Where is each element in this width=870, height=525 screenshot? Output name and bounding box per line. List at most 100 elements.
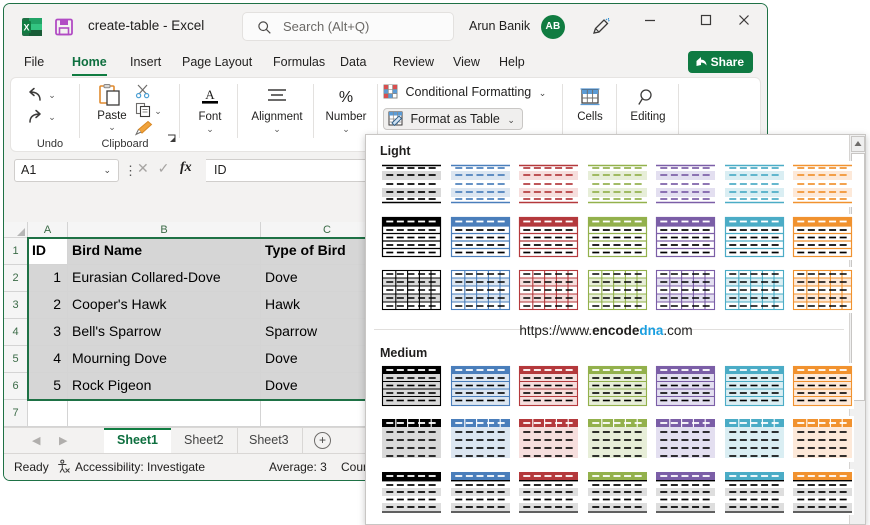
undo-chevron-icon[interactable]: ⌄ — [45, 90, 59, 101]
chevron-down-icon[interactable]: ⌄ — [103, 165, 111, 176]
enter-check-icon[interactable]: ✓ — [158, 160, 170, 176]
cell-A2[interactable]: 1 — [28, 265, 68, 292]
scroll-up-arrow-icon[interactable] — [851, 136, 865, 152]
table-style-light-2-3[interactable] — [517, 214, 580, 260]
sheet-tab-sheet1[interactable]: Sheet1 — [104, 428, 171, 454]
table-style-light-2-5[interactable] — [654, 214, 717, 260]
table-style-light-3-7[interactable] — [791, 267, 854, 313]
table-style-light-3-6[interactable] — [722, 267, 786, 313]
column-header-A[interactable]: A — [28, 222, 68, 238]
ribbon-tab-home[interactable]: Home — [66, 52, 113, 76]
cell-empty[interactable] — [68, 400, 261, 427]
table-style-medium-2-7[interactable] — [791, 416, 854, 462]
cell-B2[interactable]: Eurasian Collared-Dove — [68, 265, 261, 292]
cell-B5[interactable]: Mourning Dove — [68, 346, 261, 373]
table-style-medium-2-3[interactable] — [517, 416, 580, 462]
table-style-light-2-2[interactable] — [448, 214, 512, 260]
minimize-button[interactable] — [636, 14, 664, 39]
nav-next-icon[interactable]: ▶ — [59, 434, 67, 447]
cell-B1[interactable]: Bird Name — [68, 238, 261, 265]
table-style-light-3-1[interactable] — [380, 267, 443, 313]
conditional-formatting-button[interactable]: Conditional Formatting ⌄ — [383, 84, 546, 104]
add-sheet-icon[interactable]: + — [314, 432, 331, 449]
table-style-medium-1-6[interactable] — [722, 363, 786, 409]
ribbon-tab-help[interactable]: Help — [493, 52, 531, 72]
cell-B3[interactable]: Cooper's Hawk — [68, 292, 261, 319]
accessibility-icon[interactable] — [56, 459, 71, 477]
accessibility-status[interactable]: Accessibility: Investigate — [75, 460, 205, 474]
save-floppy-icon[interactable] — [53, 16, 75, 38]
row-header-3[interactable]: 3 — [4, 292, 28, 319]
ribbon-group-alignment[interactable]: Alignment ⌄ — [239, 78, 315, 153]
table-style-medium-3-4[interactable] — [585, 469, 649, 515]
sheet-tab-sheet2[interactable]: Sheet2 — [171, 428, 238, 454]
table-style-light-2-4[interactable] — [585, 214, 649, 260]
cell-empty[interactable] — [28, 400, 68, 427]
table-style-medium-1-3[interactable] — [517, 363, 580, 409]
table-style-light-1-1[interactable] — [380, 161, 443, 207]
row-header-7[interactable]: 7 — [4, 400, 28, 427]
maximize-button[interactable] — [692, 14, 720, 39]
table-style-light-3-3[interactable] — [517, 267, 580, 313]
formula-bar-buttons[interactable]: ✕ ✓ — [137, 160, 169, 177]
table-style-light-2-6[interactable] — [722, 214, 786, 260]
table-style-medium-1-1[interactable] — [380, 363, 443, 409]
cell-B4[interactable]: Bell's Sparrow — [68, 319, 261, 346]
conditional-formatting-chevron-icon[interactable]: ⌄ — [539, 88, 547, 98]
table-style-medium-2-6[interactable] — [722, 416, 786, 462]
table-style-light-1-3[interactable] — [517, 161, 580, 207]
column-header-B[interactable]: B — [68, 222, 261, 238]
ribbon-tab-file[interactable]: File — [18, 52, 50, 72]
table-style-medium-3-2[interactable] — [448, 469, 512, 515]
row-header-5[interactable]: 5 — [4, 346, 28, 373]
table-style-medium-3-7[interactable] — [791, 469, 854, 515]
scissors-cut-icon[interactable] — [135, 83, 151, 104]
table-style-light-1-5[interactable] — [654, 161, 717, 207]
cell-A5[interactable]: 4 — [28, 346, 68, 373]
search-box[interactable]: Search (Alt+Q) — [242, 12, 454, 41]
paste-chevron-icon[interactable]: ⌄ — [85, 122, 139, 133]
redo-chevron-icon[interactable]: ⌄ — [45, 112, 59, 123]
ribbon-tab-page-layout[interactable]: Page Layout — [176, 52, 258, 72]
ribbon-tab-formulas[interactable]: Formulas — [267, 52, 331, 72]
table-style-light-2-7[interactable] — [791, 214, 854, 260]
alignment-chevron-icon[interactable]: ⌄ — [239, 124, 315, 135]
ribbon-tab-data[interactable]: Data — [334, 52, 372, 72]
table-style-light-3-4[interactable] — [585, 267, 649, 313]
table-style-light-3-5[interactable] — [654, 267, 717, 313]
row-header-6[interactable]: 6 — [4, 373, 28, 400]
cell-A3[interactable]: 2 — [28, 292, 68, 319]
table-style-light-1-7[interactable] — [791, 161, 854, 207]
fx-insert-function-icon[interactable]: fx — [180, 160, 192, 176]
cancel-x-icon[interactable]: ✕ — [137, 160, 149, 176]
format-as-table-button[interactable]: Format as Table ⌄ — [383, 108, 523, 130]
avatar[interactable]: AB — [541, 15, 565, 39]
table-style-medium-2-5[interactable] — [654, 416, 717, 462]
vertical-dots-icon[interactable]: ⋮ — [124, 163, 137, 179]
cell-A6[interactable]: 5 — [28, 373, 68, 400]
font-chevron-icon[interactable]: ⌄ — [181, 124, 239, 135]
cell-A1[interactable]: ID — [28, 238, 68, 265]
name-box[interactable]: A1 ⌄ — [14, 159, 119, 182]
table-style-medium-3-3[interactable] — [517, 469, 580, 515]
undo-arrow-icon[interactable] — [25, 86, 45, 109]
redo-arrow-icon[interactable] — [25, 108, 45, 131]
row-header-1[interactable]: 1 — [4, 238, 28, 265]
table-style-light-1-2[interactable] — [448, 161, 512, 207]
table-style-medium-3-5[interactable] — [654, 469, 717, 515]
table-style-medium-1-2[interactable] — [448, 363, 512, 409]
table-style-light-1-6[interactable] — [722, 161, 786, 207]
nav-prev-icon[interactable]: ◀ — [32, 434, 40, 447]
table-style-medium-2-4[interactable] — [585, 416, 649, 462]
format-as-table-gallery[interactable]: Light https://www.encodedna.com Medium — [365, 134, 866, 525]
ribbon-tab-review[interactable]: Review — [387, 52, 440, 72]
table-style-medium-2-2[interactable] — [448, 416, 512, 462]
table-style-medium-1-5[interactable] — [654, 363, 717, 409]
cell-B6[interactable]: Rock Pigeon — [68, 373, 261, 400]
table-style-medium-3-1[interactable] — [380, 469, 443, 515]
ribbon-group-font[interactable]: A Font ⌄ — [181, 78, 239, 153]
copy-chevron-icon[interactable]: ⌄ — [151, 106, 165, 117]
dialog-launcher-icon[interactable] — [167, 131, 177, 149]
table-style-medium-3-6[interactable] — [722, 469, 786, 515]
share-button[interactable]: Share — [687, 51, 753, 73]
